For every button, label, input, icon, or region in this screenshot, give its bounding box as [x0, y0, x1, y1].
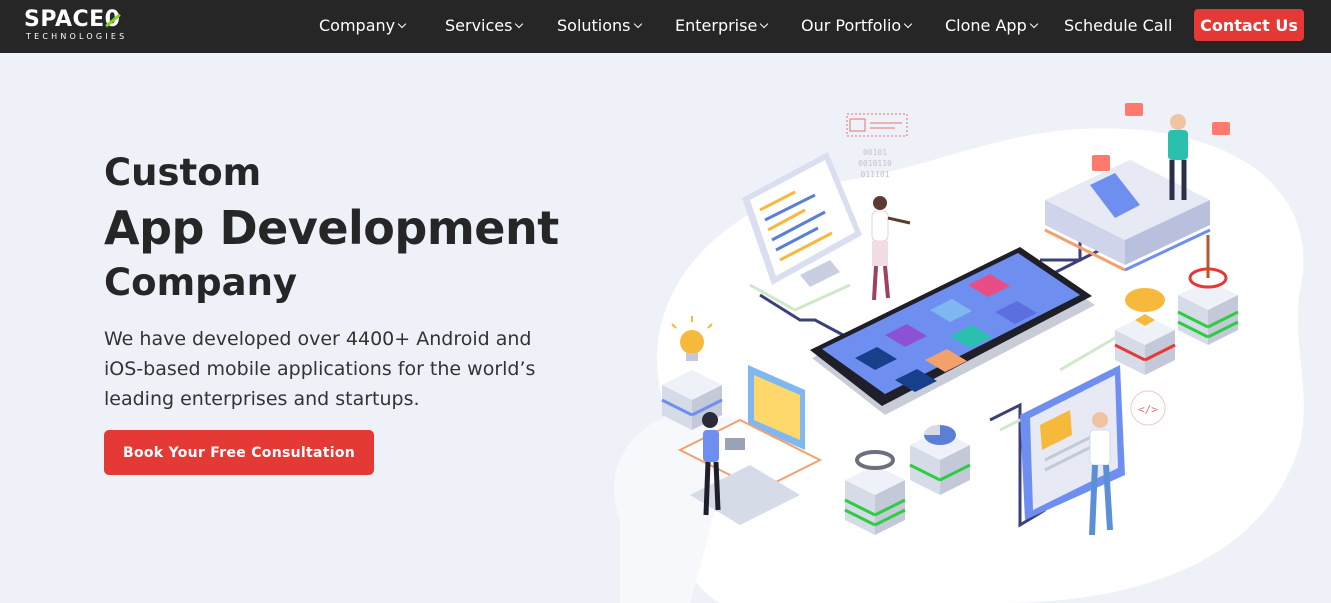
- svg-text:011101: 011101: [861, 170, 890, 179]
- nav-item-solutions[interactable]: Solutions: [557, 15, 644, 37]
- logo-tagline: TECHNOLOGIES: [26, 32, 128, 41]
- contact-us-button[interactable]: Contact Us: [1194, 9, 1304, 41]
- brand-logo[interactable]: SPACE0 TECHNOLOGIES: [24, 7, 154, 45]
- nav-item-label: Schedule Call: [1064, 16, 1173, 35]
- nav-item-label: Company: [319, 16, 396, 35]
- svg-text:0010110: 0010110: [858, 159, 892, 168]
- svg-text:</>: </>: [1138, 403, 1158, 416]
- nav-item-our-portfolio[interactable]: Our Portfolio: [801, 15, 914, 37]
- nav-item-label: Services: [445, 16, 513, 35]
- binary-text: 00101 0010110 011101: [858, 148, 892, 179]
- hero-title-line-1: Custom: [104, 151, 262, 194]
- nav-item-label: Clone App: [945, 16, 1027, 35]
- hero-title-line-2: App Development: [104, 201, 559, 255]
- top-navbar: SPACE0 TECHNOLOGIES Company Services Sol…: [0, 0, 1331, 53]
- chevron-down-icon: [904, 15, 914, 37]
- nav-item-services[interactable]: Services: [445, 15, 525, 37]
- logo-wordmark: SPACE0: [24, 7, 121, 32]
- nav-item-schedule-call[interactable]: Schedule Call: [1064, 15, 1172, 37]
- chevron-down-icon: [1030, 15, 1040, 37]
- book-consultation-button[interactable]: Book Your Free Consultation: [104, 430, 374, 475]
- nav-item-label: Our Portfolio: [801, 16, 902, 35]
- chevron-down-icon: [634, 15, 644, 37]
- nav-item-label: Enterprise: [675, 16, 758, 35]
- code-bubble-icon: </>: [1130, 390, 1166, 426]
- hero-title-line-3: Company: [104, 261, 298, 304]
- hero-description: We have developed over 4400+ Android and…: [104, 328, 536, 410]
- svg-text:00101: 00101: [863, 148, 887, 157]
- chevron-down-icon: [760, 15, 770, 37]
- nav-item-clone-app[interactable]: Clone App: [945, 15, 1040, 37]
- code-snippet-card: [846, 113, 908, 137]
- nav-item-company[interactable]: Company: [319, 15, 408, 37]
- chevron-down-icon: [398, 15, 408, 37]
- nav-item-label: Solutions: [557, 16, 631, 35]
- nav-item-enterprise[interactable]: Enterprise: [675, 15, 770, 37]
- chevron-down-icon: [515, 15, 525, 37]
- app-development-illustration: 00101 0010110 011101 </>: [613, 103, 1304, 603]
- logo-zero-mark: 0: [104, 7, 121, 32]
